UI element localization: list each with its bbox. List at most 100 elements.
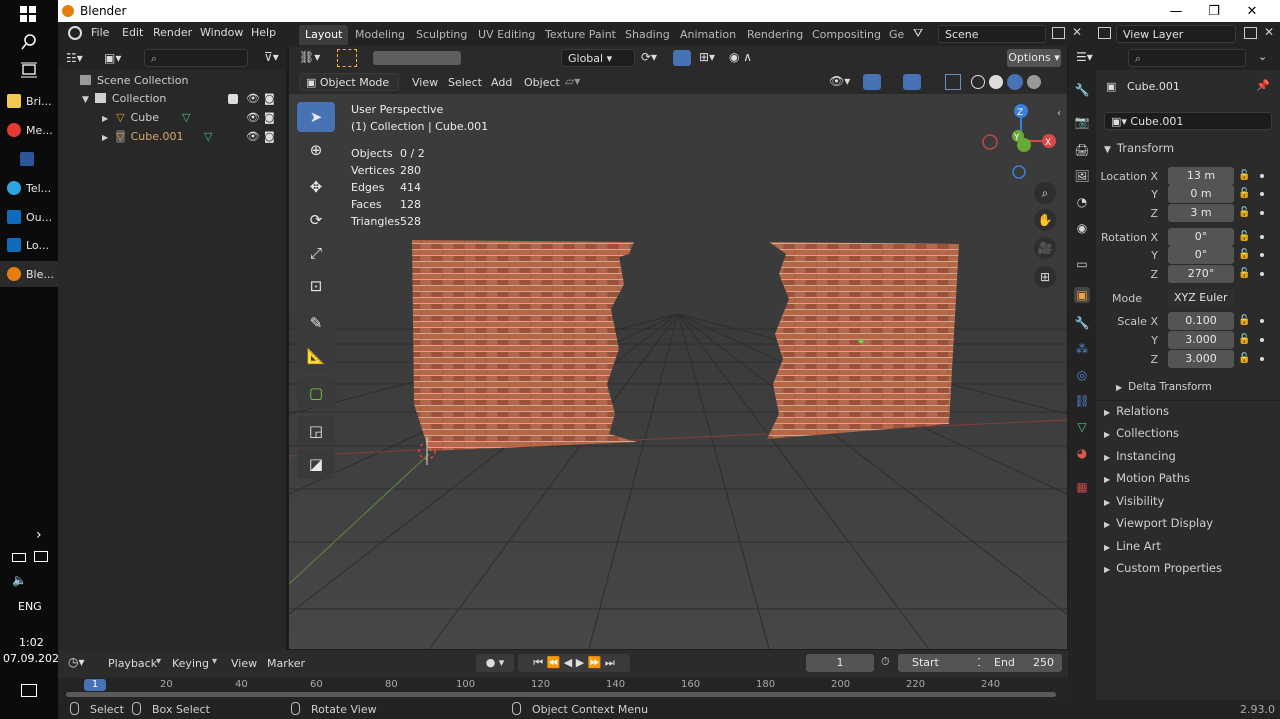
end-frame-field[interactable]: End 250 <box>980 654 1062 672</box>
outliner-row-collection[interactable]: ▼ Collection 👁 ◙ <box>58 90 287 108</box>
timeline-menu-keying[interactable]: Keying <box>172 657 209 670</box>
collection-tab-icon[interactable]: ▭ <box>1074 256 1090 272</box>
timeline-menu-view[interactable]: View <box>231 657 257 670</box>
pivot-icon[interactable]: ⟳▾ <box>641 50 657 64</box>
checkbox-icon[interactable] <box>228 94 238 104</box>
pin-icon[interactable]: 📌 <box>1256 79 1270 92</box>
custom-properties-section[interactable]: ▶ Custom Properties <box>1104 561 1222 575</box>
keyframe-dot-icon[interactable] <box>1260 272 1264 276</box>
tab-uv-editing[interactable]: UV Editing <box>472 25 541 45</box>
pan-hand-icon[interactable]: ✋ <box>1034 209 1056 231</box>
rendered-shading-icon[interactable] <box>1027 75 1041 89</box>
search-icon[interactable] <box>21 34 37 50</box>
taskbar-app-blender[interactable]: Ble... <box>0 261 58 287</box>
keyframe-dot-icon[interactable] <box>1260 192 1264 196</box>
viewport-menu-select[interactable]: Select <box>448 76 482 89</box>
lock-icon[interactable]: 🔓 <box>1238 249 1250 260</box>
menu-edit[interactable]: Edit <box>122 26 143 39</box>
tab-sculpting[interactable]: Sculpting <box>410 25 473 45</box>
lock-icon[interactable]: 🔓 <box>1238 207 1250 218</box>
gpencil-icon[interactable]: ▱▾ <box>565 74 580 88</box>
relations-section[interactable]: ▶ Relations <box>1104 404 1169 418</box>
visibility-icon[interactable]: 👁▾ <box>829 74 850 88</box>
location-y-field[interactable]: 0 m <box>1168 185 1234 203</box>
viewport-menu-add[interactable]: Add <box>491 76 512 89</box>
material-shading-icon[interactable] <box>1007 74 1023 90</box>
editor-type-icon[interactable]: ☰▾ <box>1076 50 1093 64</box>
output-tab-icon[interactable]: 🖨 <box>1074 142 1090 158</box>
editor-type-icon[interactable]: ◷▾ <box>68 655 85 669</box>
chevron-right-icon[interactable]: › <box>36 527 42 543</box>
gizmo-icon[interactable] <box>863 74 881 90</box>
blender-menu-icon[interactable] <box>68 26 82 40</box>
taskbar-app-6[interactable]: Lo... <box>0 232 58 258</box>
lock-icon[interactable]: 🔓 <box>1238 315 1250 326</box>
eye-icon[interactable]: 👁 <box>246 128 260 146</box>
editor-type-icon[interactable]: ☷▾ <box>66 51 88 65</box>
3d-viewport[interactable]: Z X Y ➤ ⊕ ✥ ⟳ ⤢ ⊡ ✎ 📐 ▢ ◲ ◪ User Perspec… <box>289 94 1067 649</box>
lock-icon[interactable]: 🔓 <box>1238 170 1250 181</box>
menu-file[interactable]: File <box>91 26 109 39</box>
outliner-row-scene-collection[interactable]: Scene Collection <box>58 72 287 90</box>
keyframe-dot-icon[interactable] <box>1260 338 1264 342</box>
keyframe-dot-icon[interactable] <box>1260 253 1264 257</box>
material-tab-icon[interactable]: ◕ <box>1074 445 1090 461</box>
record-icon[interactable]: ● ▾ <box>476 654 514 672</box>
chevron-down-icon[interactable]: ⌄ <box>1258 50 1267 63</box>
motion-paths-section[interactable]: ▶ Motion Paths <box>1104 471 1190 485</box>
minimize-button[interactable]: — <box>1158 0 1194 22</box>
line-art-section[interactable]: ▶ Line Art <box>1104 539 1161 553</box>
menu-help[interactable]: Help <box>251 26 276 39</box>
taskbar-app-5[interactable]: Ou... <box>0 204 58 230</box>
properties-search-input[interactable]: ⌕ <box>1128 49 1246 67</box>
collapse-arrow-icon[interactable]: ‹ <box>1057 108 1061 119</box>
eye-icon[interactable]: 👁 <box>246 109 260 127</box>
lock-icon[interactable]: 🔓 <box>1238 268 1250 279</box>
display-mode-icon[interactable]: ▣▾ <box>104 51 126 65</box>
extrude-tool[interactable]: ◲ <box>297 416 335 446</box>
viewport-display-section[interactable]: ▶ Viewport Display <box>1104 516 1213 530</box>
zoom-icon[interactable]: ⌕ <box>1034 182 1056 204</box>
language-indicator[interactable]: ENG <box>18 600 42 613</box>
tab-layout[interactable]: Layout <box>299 25 349 45</box>
collections-section[interactable]: ▶ Collections <box>1104 426 1179 440</box>
tab-geometry-nodes[interactable]: Ge <box>883 25 910 45</box>
outliner-row-cube-001[interactable]: ▶ ▽ Cube.001 ▽ 👁 ◙ <box>58 128 287 146</box>
current-frame-field[interactable]: 1 <box>806 654 874 672</box>
rotate-tool[interactable]: ⟳ <box>297 205 335 235</box>
clock-icon[interactable]: ⏱ <box>881 655 890 669</box>
render-tab-icon[interactable]: 📷 <box>1074 114 1090 130</box>
lock-icon[interactable]: 🔓 <box>1238 188 1250 199</box>
outliner-search-input[interactable]: ⌕ <box>144 49 248 67</box>
keyframe-dot-icon[interactable] <box>1260 319 1264 323</box>
location-z-field[interactable]: 3 m <box>1168 204 1234 222</box>
menu-render[interactable]: Render <box>153 26 192 39</box>
view-layer-tab-icon[interactable]: 🖼 <box>1074 168 1090 184</box>
xray-icon[interactable] <box>945 74 961 90</box>
object-mode-select[interactable]: ▣ Object Mode ▾ <box>299 73 399 106</box>
tab-texture-paint[interactable]: Texture Paint <box>539 25 622 45</box>
scale-y-field[interactable]: 3.000 <box>1168 331 1234 349</box>
tab-animation[interactable]: Animation <box>674 25 742 45</box>
rotation-mode-select[interactable]: XYZ Euler ▾ <box>1168 289 1234 321</box>
timeline-scrollbar[interactable] <box>66 692 1056 697</box>
keyframe-dot-icon[interactable] <box>1260 174 1264 178</box>
clock-date[interactable]: 07.09.2021 <box>3 652 66 665</box>
current-frame-marker[interactable]: 1 <box>84 679 106 691</box>
taskbar-app-1[interactable]: Bri... <box>0 88 58 114</box>
physics-tab-icon[interactable]: ◎ <box>1074 367 1090 383</box>
rotation-z-field[interactable]: 270° <box>1168 265 1234 283</box>
filter-icon[interactable]: ⊽▾ <box>264 50 279 64</box>
measure-tool[interactable]: 📐 <box>297 341 335 371</box>
visibility-section[interactable]: ▶ Visibility <box>1104 494 1164 508</box>
start-frame-field[interactable]: Start1 <box>898 654 992 672</box>
transform-tool[interactable]: ⊡ <box>297 271 335 301</box>
world-tab-icon[interactable]: ◉ <box>1074 220 1090 236</box>
view-layer-icon[interactable] <box>1098 27 1111 39</box>
transform-orientation-select[interactable]: Global ▾ <box>561 49 635 67</box>
grid-view-icon[interactable]: ⊞ <box>1034 266 1056 288</box>
proportional-edit-icon[interactable]: ◉ ∧ <box>729 50 752 64</box>
lock-icon[interactable]: 🔓 <box>1238 334 1250 345</box>
network-icon[interactable] <box>34 551 48 562</box>
eye-icon[interactable]: 👁 <box>246 90 260 108</box>
